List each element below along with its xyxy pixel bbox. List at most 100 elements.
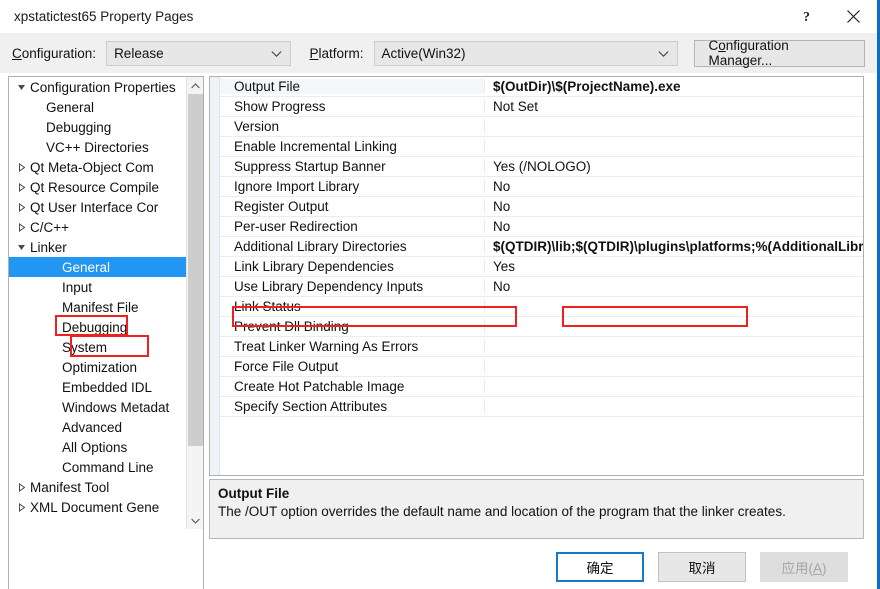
property-row[interactable]: Show Progress Not Set	[220, 97, 863, 117]
property-name: Enable Incremental Linking	[220, 139, 485, 154]
dialog-footer: 确定 取消 应用(A)	[0, 545, 864, 589]
help-icon[interactable]: ?	[783, 0, 829, 33]
tree-item-label: Optimization	[62, 359, 138, 375]
tree-item-all-options[interactable]: All Options	[9, 437, 187, 457]
property-row[interactable]: Use Library Dependency Inputs No	[220, 277, 863, 297]
twisty-collapsed-icon[interactable]	[13, 202, 29, 212]
property-value[interactable]: $(QTDIR)\lib; $(QTDIR)\plugins\platforms;…	[485, 239, 863, 254]
tree-item-configuration-properties[interactable]: Configuration Properties	[9, 77, 187, 97]
tree-item-manifest-tool[interactable]: Manifest Tool	[9, 477, 187, 497]
platform-combo[interactable]: Active(Win32)	[373, 40, 679, 66]
property-value[interactable]: No	[485, 279, 863, 294]
property-name: Register Output	[220, 199, 485, 214]
property-row[interactable]: Prevent Dll Binding	[220, 317, 863, 337]
property-row[interactable]: Treat Linker Warning As Errors	[220, 337, 863, 357]
tree-item-label: Manifest File	[62, 299, 139, 315]
property-name: Per-user Redirection	[220, 219, 485, 234]
tree-item-windows-metadat[interactable]: Windows Metadat	[9, 397, 187, 417]
property-row[interactable]: Create Hot Patchable Image	[220, 377, 863, 397]
description-panel: Output File The /OUT option overrides th…	[209, 479, 864, 539]
property-value[interactable]: Yes	[485, 259, 863, 274]
tree-item-linker[interactable]: Linker	[9, 237, 187, 257]
twisty-collapsed-icon[interactable]	[13, 182, 29, 192]
tree-item-general[interactable]: General	[9, 97, 187, 117]
tree-item-system[interactable]: System	[9, 337, 187, 357]
tree-item-label: Embedded IDL	[62, 379, 153, 395]
property-value[interactable]: Not Set	[485, 99, 863, 114]
close-icon[interactable]	[829, 0, 877, 33]
twisty-collapsed-icon[interactable]	[13, 482, 29, 492]
property-row[interactable]: Suppress Startup Banner Yes (/NOLOGO)	[220, 157, 863, 177]
property-value[interactable]: No	[485, 179, 863, 194]
tree-item-qt-user-interface-cor[interactable]: Qt User Interface Cor	[9, 197, 187, 217]
property-name: Specify Section Attributes	[220, 399, 485, 414]
property-value-part: %(AdditionalLibrar	[755, 239, 864, 254]
property-row[interactable]: Version	[220, 117, 863, 137]
twisty-expanded-icon[interactable]	[13, 243, 29, 252]
properties-tree[interactable]: Configuration Properties General Debugging…	[9, 77, 187, 529]
property-value[interactable]: Yes (/NOLOGO)	[485, 159, 863, 174]
property-row[interactable]: Per-user Redirection No	[220, 217, 863, 237]
property-name: Create Hot Patchable Image	[220, 379, 485, 394]
property-row[interactable]: Link Library Dependencies Yes	[220, 257, 863, 277]
property-name: Additional Library Directories	[220, 239, 485, 254]
twisty-collapsed-icon[interactable]	[13, 502, 29, 512]
property-row[interactable]: Output File $(OutDir)\$(ProjectName).exe	[220, 77, 863, 97]
tree-item-label: Manifest Tool	[30, 479, 110, 495]
property-name: Prevent Dll Binding	[220, 319, 485, 334]
tree-item-advanced[interactable]: Advanced	[9, 417, 187, 437]
tree-item-label: System	[62, 339, 108, 355]
property-value-part-highlighted: $(QTDIR)\plugins\platforms;	[575, 239, 756, 254]
property-row[interactable]: Enable Incremental Linking	[220, 137, 863, 157]
tree-item-label: XML Document Gene	[30, 499, 160, 515]
tree-item-manifest-file[interactable]: Manifest File	[9, 297, 187, 317]
property-value[interactable]: No	[485, 199, 863, 214]
property-value[interactable]: No	[485, 219, 863, 234]
tree-item-debugging[interactable]: Debugging	[9, 117, 187, 137]
tree-item-label: Qt Resource Compile	[30, 179, 160, 195]
property-row[interactable]: Ignore Import Library No	[220, 177, 863, 197]
tree-item-label: Advanced	[62, 419, 123, 435]
tree-item-debugging[interactable]: Debugging	[9, 317, 187, 337]
cancel-button[interactable]: 取消	[658, 552, 746, 582]
property-row[interactable]: Register Output No	[220, 197, 863, 217]
property-value-part: $(QTDIR)\lib;	[493, 239, 576, 254]
configuration-combo[interactable]: Release	[106, 40, 292, 66]
tree-item-c-c[interactable]: C/C++	[9, 217, 187, 237]
tree-item-label: Configuration Properties	[30, 79, 176, 95]
configuration-manager-button[interactable]: Configuration Manager...	[694, 38, 865, 68]
tree-item-embedded-idl[interactable]: Embedded IDL	[9, 377, 187, 397]
tree-item-qt-resource-compile[interactable]: Qt Resource Compile	[9, 177, 187, 197]
property-grid-rows[interactable]: Output File $(OutDir)\$(ProjectName).exe S…	[220, 77, 863, 475]
tree-item-general[interactable]: General	[9, 257, 187, 277]
scroll-down-icon[interactable]	[187, 512, 203, 529]
tree-item-input[interactable]: Input	[9, 277, 187, 297]
tree-item-qt-meta-object-com[interactable]: Qt Meta-Object Com	[9, 157, 187, 177]
configuration-label: Configuration:	[12, 45, 97, 61]
twisty-collapsed-icon[interactable]	[13, 222, 29, 232]
property-row[interactable]: Force File Output	[220, 357, 863, 377]
properties-tree-panel: Configuration Properties General Debugging…	[8, 76, 204, 589]
svg-text:?: ?	[803, 10, 810, 24]
tree-vertical-scrollbar[interactable]	[186, 77, 203, 529]
property-row[interactable]: Link Status	[220, 297, 863, 317]
apply-button[interactable]: 应用(A)	[760, 552, 848, 582]
tree-item-label: Qt User Interface Cor	[30, 199, 159, 215]
cancel-button-label: 取消	[688, 561, 716, 576]
property-name: Link Library Dependencies	[220, 259, 485, 274]
tree-item-xml-document-gene[interactable]: XML Document Gene	[9, 497, 187, 517]
property-row[interactable]: Specify Section Attributes	[220, 397, 863, 417]
property-row[interactable]: Additional Library Directories $(QTDIR)\l…	[220, 237, 863, 257]
tree-item-optimization[interactable]: Optimization	[9, 357, 187, 377]
twisty-collapsed-icon[interactable]	[13, 162, 29, 172]
property-pages-dialog: xpstatictest65 Property Pages ? Configur…	[0, 0, 880, 589]
property-value[interactable]: $(OutDir)\$(ProjectName).exe	[485, 79, 863, 94]
tree-item-label: C/C++	[30, 219, 70, 235]
twisty-expanded-icon[interactable]	[13, 83, 29, 92]
ok-button[interactable]: 确定	[556, 552, 644, 582]
tree-item-label: Debugging	[46, 119, 112, 135]
tree-item-command-line[interactable]: Command Line	[9, 457, 187, 477]
tree-item-vc-directories[interactable]: VC++ Directories	[9, 137, 187, 157]
scroll-up-icon[interactable]	[187, 77, 203, 94]
tree-scroll-thumb[interactable]	[188, 94, 203, 446]
